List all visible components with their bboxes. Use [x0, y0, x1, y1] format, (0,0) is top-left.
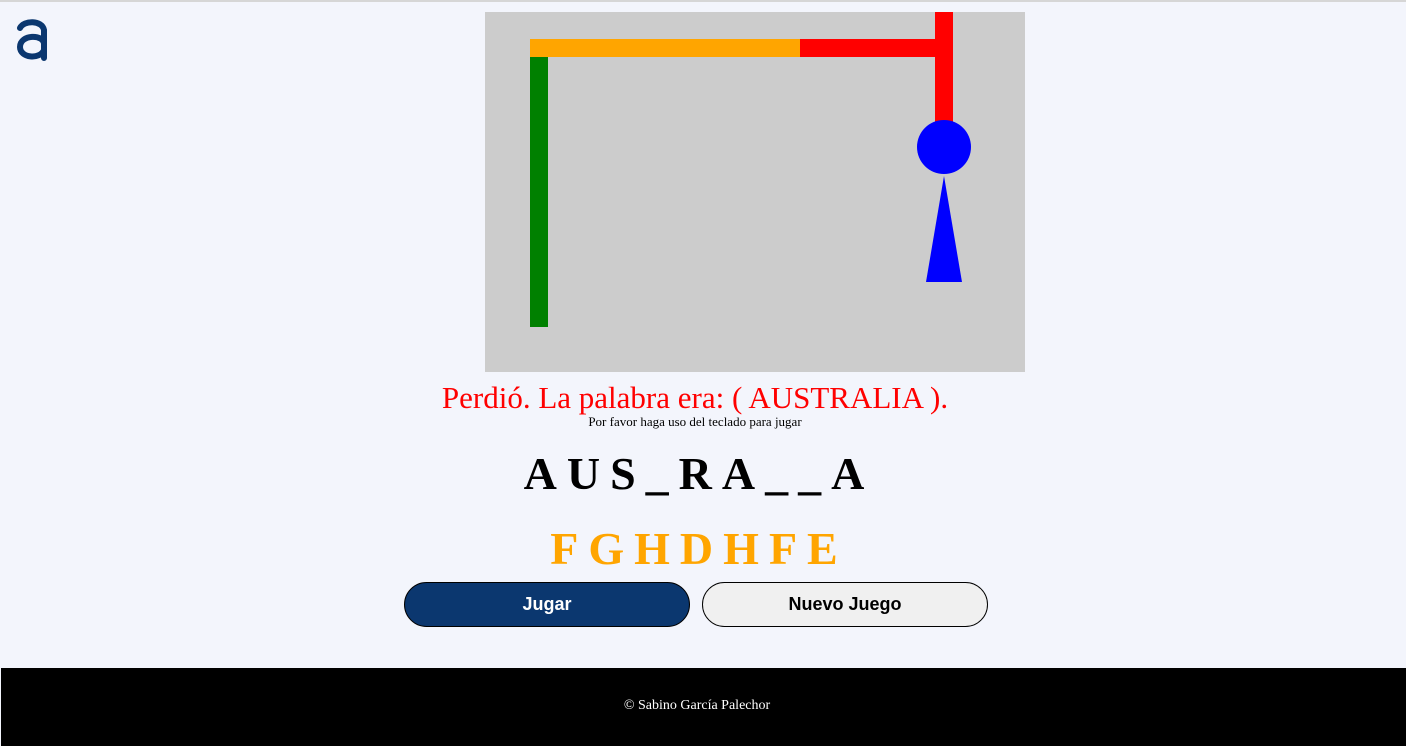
- game-result-message: Perdió. La palabra era: ( AUSTRALIA ).: [441, 380, 949, 415]
- wrong-letter: H: [634, 523, 674, 574]
- wrong-letter: H: [723, 523, 763, 574]
- word-letter: A: [721, 448, 760, 499]
- hangman-head: [917, 120, 971, 174]
- wrong-letter: G: [588, 523, 629, 574]
- gallows-rope: [935, 12, 953, 122]
- alura-logo-icon[interactable]: [14, 14, 50, 62]
- word-letter: A: [831, 448, 869, 499]
- word-letter: _: [765, 448, 793, 499]
- wrong-letter: F: [768, 523, 802, 574]
- wrong-letter: E: [807, 523, 842, 574]
- footer: © Sabino García Palechor: [1, 668, 1406, 746]
- footer-copyright: © Sabino García Palechor: [623, 698, 771, 713]
- gallows-pole: [530, 57, 548, 327]
- gallows-beam-left: [530, 39, 800, 57]
- keyboard-hint: Por favor haga uso del teclado para juga…: [588, 414, 802, 429]
- gallows-beam-right: [800, 39, 935, 57]
- word-letter: R: [678, 448, 716, 499]
- secret-word-display: A U S _ R A _ _ A: [0, 447, 1392, 501]
- top-border: [0, 0, 1406, 2]
- hangman-canvas: [485, 12, 1025, 372]
- word-letter: A: [523, 448, 561, 499]
- word-letter: _: [798, 448, 826, 499]
- wrong-letters-display: FGHDHFE: [0, 522, 1392, 576]
- wrong-letter: D: [679, 523, 718, 574]
- hangman-body: [926, 176, 962, 282]
- word-letter: _: [645, 448, 673, 499]
- word-letter: S: [610, 448, 640, 499]
- play-button[interactable]: Jugar: [404, 582, 690, 627]
- wrong-letter: F: [550, 523, 583, 574]
- new-game-button[interactable]: Nuevo Juego: [702, 582, 988, 627]
- word-letter: U: [566, 448, 605, 499]
